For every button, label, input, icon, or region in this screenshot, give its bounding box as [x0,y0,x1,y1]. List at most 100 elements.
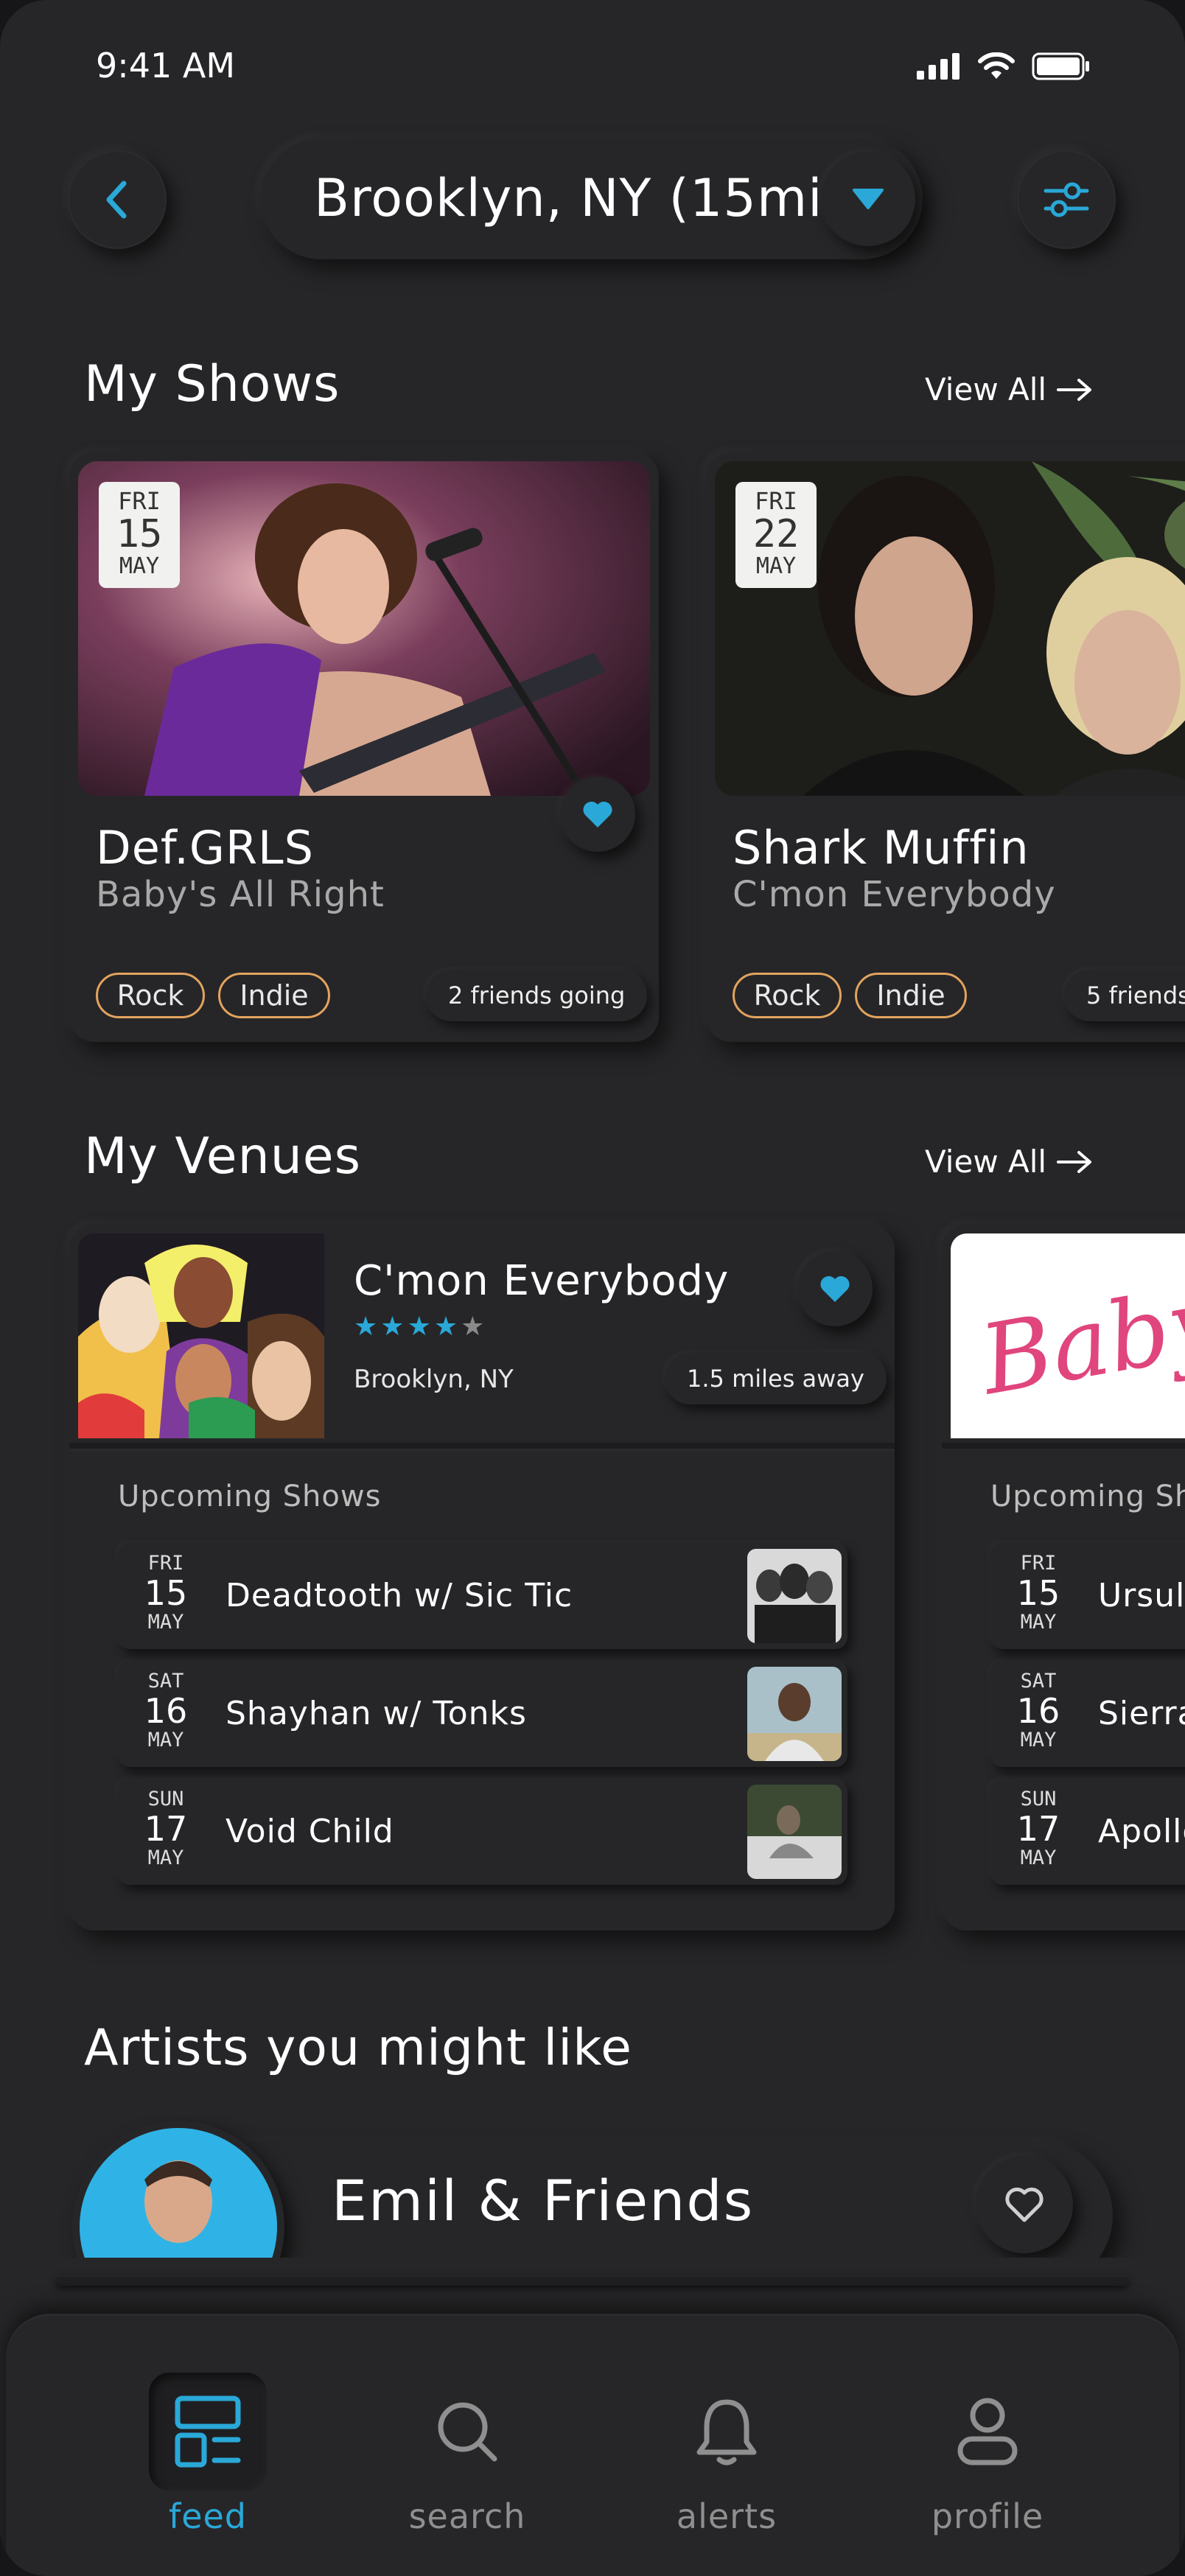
venue-logo: Baby's [951,1233,1185,1438]
upcoming-show-row[interactable]: FRI 15 MAY Deadtooth w/ Sic Tic [118,1543,847,1649]
show-date: SUN 17 MAY [1013,1788,1064,1870]
date-month: MAY [119,553,160,579]
genre-tag[interactable]: Indie [855,973,967,1018]
date-day: SUN [147,1788,184,1810]
chevron-left-icon [106,181,127,219]
artists-title: Artists you might like [84,2019,632,2077]
nav-alerts[interactable]: alerts [653,2373,800,2536]
show-date: SAT 16 MAY [1013,1670,1064,1752]
my-shows-title: My Shows [84,355,340,413]
show-card[interactable]: FRI 22 MAY Shark Muffin C'mon Everybody … [706,452,1185,1042]
favorite-button[interactable] [797,1251,873,1326]
view-all-label: View All [925,1144,1047,1180]
favorite-button[interactable] [976,2156,1073,2253]
nav-search[interactable]: search [394,2373,541,2536]
show-date: SAT 16 MAY [140,1670,192,1752]
show-title: Shayhan w/ Tonks [226,1695,527,1732]
upcoming-show-row[interactable]: FRI 15 MAY Ursula [990,1543,1185,1649]
profile-icon [957,2398,1018,2465]
date-month: MAY [147,1729,184,1751]
upcoming-shows-label: Upcoming Shows [118,1480,382,1513]
signal-icon [917,53,959,80]
artist-list-viewport: Emil & Friends [0,2116,1185,2258]
star-filled-icon: ★ [433,1312,461,1342]
nav-alerts-icon-wrap [653,2373,800,2491]
location-label: Brooklyn, NY (15mi) [314,168,844,228]
show-title: Void Child [226,1813,394,1850]
upcoming-show-row[interactable]: SAT 16 MAY Shayhan w/ Tonks [118,1661,847,1767]
date-month: MAY [147,1611,184,1634]
show-venue: C'mon Everybody [733,874,1056,915]
upcoming-show-row[interactable]: SUN 17 MAY Apollo [990,1779,1185,1885]
upcoming-show-row[interactable]: SUN 17 MAY Void Child [118,1779,847,1885]
view-all-label: View All [925,371,1047,407]
location-dropdown-button[interactable] [821,152,915,246]
arrow-right-icon [1057,378,1092,401]
nav-profile[interactable]: profile [914,2373,1061,2536]
show-date: FRI 15 MAY [1013,1552,1064,1634]
heart-filled-icon [820,1275,850,1302]
heart-filled-icon [583,801,612,827]
show-venue: Baby's All Right [96,874,385,915]
favorite-button[interactable] [560,777,635,852]
venue-illustration [78,1233,324,1438]
date-day: FRI [755,487,797,515]
show-thumbnail [747,1785,842,1879]
genre-tag[interactable]: Rock [96,973,205,1018]
show-title: Deadtooth w/ Sic Tic [226,1577,573,1614]
filter-button[interactable] [1017,150,1116,249]
feed-icon [175,2395,241,2468]
date-number: 16 [1016,1691,1060,1731]
sliders-icon [1044,182,1089,217]
date-number: 15 [144,1573,188,1613]
battery-icon [1032,52,1089,80]
my-venues-title: My Venues [84,1127,362,1186]
star-empty-icon: ★ [461,1312,488,1342]
show-date: SUN 17 MAY [140,1788,192,1870]
show-artist: Shark Muffin [733,821,1030,875]
distance-badge: 1.5 miles away [665,1353,887,1404]
nav-search-icon-wrap [394,2373,541,2491]
my-venues-view-all[interactable]: View All [925,1144,1094,1180]
my-shows-view-all[interactable]: View All [925,371,1094,407]
nav-label: profile [931,2496,1044,2536]
venue-logo-text: Baby's [973,1250,1185,1417]
arrow-right-icon [1057,1150,1092,1173]
show-photo: FRI 22 MAY [715,461,1185,796]
show-date-badge: FRI 15 MAY [99,482,180,588]
show-title: Sierra [1098,1695,1185,1732]
star-filled-icon: ★ [380,1312,408,1342]
nav-feed-icon-wrap [149,2373,267,2491]
date-day: FRI [118,487,161,515]
scroll-divider [56,2275,1129,2286]
star-filled-icon: ★ [354,1312,381,1342]
genre-tag[interactable]: Indie [218,973,330,1018]
date-month: MAY [1020,1611,1057,1634]
nav-feed[interactable]: feed [134,2373,282,2536]
venue-card[interactable]: C'mon Everybody ★★★★★ Brooklyn, NY 1.5 m… [69,1225,895,1931]
genre-tag[interactable]: Rock [733,973,842,1018]
date-day: SAT [147,1670,184,1693]
date-number: 17 [1016,1809,1060,1849]
search-icon [438,2402,497,2462]
nav-profile-icon-wrap [914,2373,1061,2491]
caret-down-icon [853,189,884,209]
upcoming-show-row[interactable]: SAT 16 MAY Sierra [990,1661,1185,1767]
location-selector[interactable]: Brooklyn, NY (15mi) [261,139,923,259]
heart-outline-icon [1005,2187,1044,2222]
venue-card[interactable]: Baby's Upcoming Sh FRI 15 MAY Ursula SAT… [942,1225,1185,1931]
venue-image [78,1233,324,1438]
app-screen: 9:41 AM Brooklyn, NY (15mi) My Shows Vie… [0,0,1185,2576]
star-filled-icon: ★ [407,1312,434,1342]
date-day: SAT [1020,1670,1057,1693]
bell-icon [696,2399,757,2465]
date-month: MAY [1020,1847,1057,1869]
date-day: FRI [1020,1552,1057,1575]
status-time: 9:41 AM [96,46,236,85]
back-button[interactable] [68,150,167,249]
date-number: 16 [144,1691,188,1731]
friends-going-badge[interactable]: 2 friends going [426,970,648,1021]
date-month: MAY [755,553,797,579]
friends-going-badge[interactable]: 5 friends [1064,970,1185,1021]
show-card[interactable]: FRI 15 MAY Def.GRLS Baby's All Right Roc… [69,452,659,1042]
